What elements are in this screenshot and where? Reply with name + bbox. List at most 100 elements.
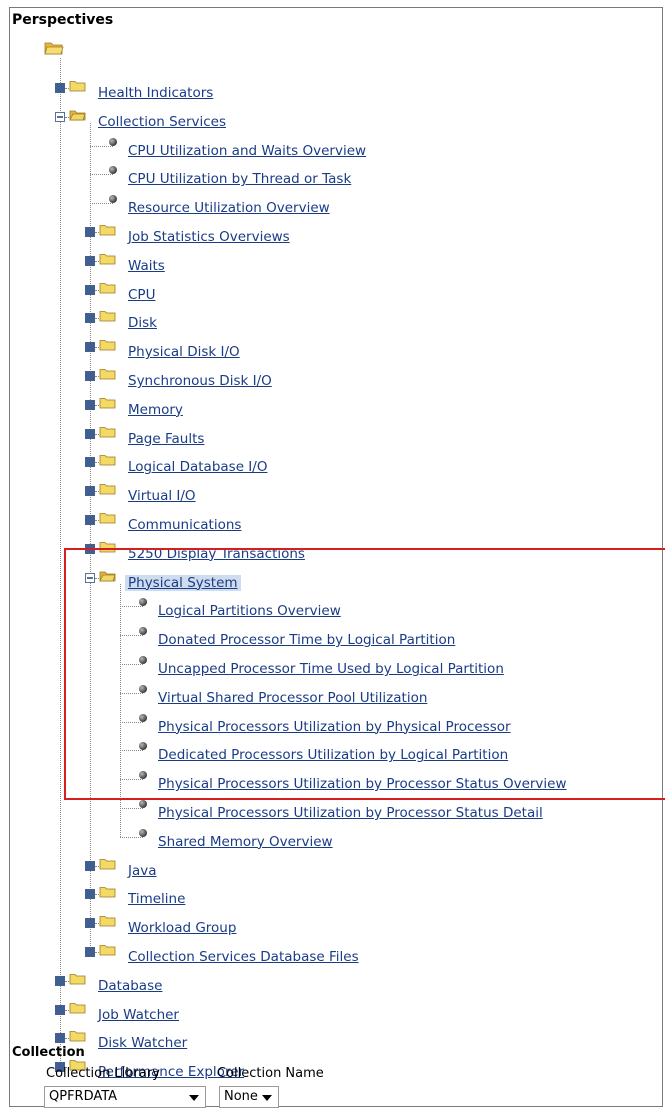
folder-icon	[99, 484, 116, 495]
plus-box-icon[interactable]	[85, 947, 95, 957]
tree-item-job-statistics-overviews-link[interactable]: Job Statistics Overviews	[128, 229, 290, 245]
tree-item-dedicated-processors-utilization-by-logical-partition-link[interactable]: Dedicated Processors Utilization by Logi…	[158, 747, 508, 763]
tree-connector-line	[120, 583, 121, 837]
folder-icon	[99, 541, 116, 553]
tree-item-physical-disk-i-o-link[interactable]: Physical Disk I/O	[128, 344, 240, 360]
bullet-icon	[139, 800, 147, 808]
plus-box-icon[interactable]	[55, 83, 65, 93]
collection-name-select[interactable]: None	[219, 1086, 279, 1108]
folder-icon	[69, 81, 86, 92]
plus-box-icon[interactable]	[55, 975, 65, 986]
plus-box-icon[interactable]	[85, 342, 95, 353]
plus-box-icon[interactable]	[85, 515, 95, 525]
plus-box-icon[interactable]	[55, 1033, 65, 1044]
perspectives-heading: Perspectives	[12, 12, 114, 28]
tree-item-donated-processor-time-by-logical-partition-link[interactable]: Donated Processor Time by Logical Partit…	[158, 632, 455, 648]
tree-item-collection-services-link[interactable]: Collection Services	[98, 114, 226, 130]
root-open-folder-icon	[44, 42, 64, 55]
plus-box-icon[interactable]	[85, 313, 95, 324]
tree-connector-line	[120, 750, 143, 752]
tree-connector-line	[90, 174, 113, 176]
open-folder-icon	[99, 571, 116, 581]
tree-item-uncapped-processor-time-used-by-logical-partition-link[interactable]: Uncapped Processor Time Used by Logical …	[158, 661, 504, 677]
plus-box-icon[interactable]	[85, 457, 95, 468]
bullet-icon	[139, 656, 147, 664]
tree-item-physical-processors-utilization-by-processor-status-overview-link[interactable]: Physical Processors Utilization by Proce…	[158, 776, 567, 792]
folder-icon	[99, 282, 116, 293]
tree-item-memory-link[interactable]: Memory	[128, 402, 183, 418]
folder-icon	[69, 973, 86, 985]
plus-box-icon[interactable]	[85, 428, 95, 439]
plus-box-icon[interactable]	[55, 1004, 65, 1015]
minus-box-icon[interactable]	[85, 572, 95, 583]
plus-box-icon[interactable]	[85, 255, 95, 266]
folder-icon	[99, 253, 116, 265]
bullet-icon	[139, 828, 147, 837]
folder-icon	[99, 426, 116, 437]
tree-item-page-faults-link[interactable]: Page Faults	[128, 431, 204, 447]
collection-library-label: Collection Library	[46, 1066, 160, 1081]
chevron-down-icon	[262, 1095, 272, 1101]
folder-icon	[99, 455, 116, 466]
tree-item-cpu-link[interactable]: CPU	[128, 287, 155, 303]
tree-item-waits-link[interactable]: Waits	[128, 258, 165, 274]
folder-icon	[99, 513, 116, 524]
folder-icon	[99, 945, 116, 956]
tree-item-java-link[interactable]: Java	[128, 863, 157, 879]
plus-box-icon[interactable]	[85, 399, 95, 410]
open-folder-icon	[69, 110, 86, 121]
bullet-icon	[139, 713, 147, 722]
tree-item-timeline-link[interactable]: Timeline	[128, 891, 185, 907]
plus-box-icon[interactable]	[85, 918, 95, 929]
tree-connector-line	[120, 606, 143, 608]
folder-icon	[99, 858, 116, 869]
tree-item-disk-watcher-link[interactable]: Disk Watcher	[98, 1035, 187, 1051]
tree-item-disk-link[interactable]: Disk	[128, 315, 157, 331]
tree-item-health-indicators-link[interactable]: Health Indicators	[98, 85, 213, 101]
tree-item-workload-group-link[interactable]: Workload Group	[128, 920, 236, 936]
tree-connector-line	[90, 122, 91, 952]
plus-box-icon[interactable]	[85, 889, 95, 900]
tree-item-job-watcher-link[interactable]: Job Watcher	[98, 1007, 179, 1023]
folder-icon	[99, 397, 116, 409]
tree-item-synchronous-disk-i-o-link[interactable]: Synchronous Disk I/O	[128, 373, 272, 389]
tree-item-virtual-i-o-link[interactable]: Virtual I/O	[128, 488, 196, 504]
tree-item-collection-services-database-files-link[interactable]: Collection Services Database Files	[128, 949, 359, 965]
tree-connector-line	[120, 692, 143, 694]
collection-library-select[interactable]: QPFRDATA	[44, 1086, 206, 1108]
tree-item-shared-memory-overview-link[interactable]: Shared Memory Overview	[158, 834, 333, 850]
tree-item-logical-database-i-o-link[interactable]: Logical Database I/O	[128, 459, 267, 475]
tree-item-cpu-utilization-by-thread-or-task-link[interactable]: CPU Utilization by Thread or Task	[128, 171, 351, 187]
tree-item-physical-system-link[interactable]: Physical System	[125, 574, 241, 591]
plus-box-icon[interactable]	[85, 284, 95, 295]
tree-item-physical-processors-utilization-by-physical-processor-link[interactable]: Physical Processors Utilization by Physi…	[158, 719, 511, 735]
collection-name-label: Collection Name	[217, 1066, 324, 1081]
tree-item-database-link[interactable]: Database	[98, 978, 162, 994]
tree-item-virtual-shared-processor-pool-utilization-link[interactable]: Virtual Shared Processor Pool Utilizatio…	[158, 690, 427, 706]
chevron-down-icon	[189, 1095, 199, 1101]
plus-box-icon[interactable]	[85, 371, 95, 381]
folder-icon	[99, 916, 116, 927]
tree-connector-line	[120, 808, 143, 809]
tree-item-communications-link[interactable]: Communications	[128, 517, 241, 533]
tree-connector-line	[120, 779, 143, 781]
tree-connector-line	[90, 145, 113, 147]
minus-box-icon[interactable]	[55, 111, 65, 122]
folder-icon	[99, 887, 116, 898]
collection-name-value: None	[224, 1089, 258, 1104]
tree-connector-line	[90, 203, 113, 205]
plus-box-icon[interactable]	[85, 486, 95, 497]
folder-icon	[99, 369, 116, 380]
tree-item-logical-partitions-overview-link[interactable]: Logical Partitions Overview	[158, 603, 341, 619]
tree-item-physical-processors-utilization-by-processor-status-detail-link[interactable]: Physical Processors Utilization by Proce…	[158, 805, 543, 821]
tree-item-resource-utilization-overview-link[interactable]: Resource Utilization Overview	[128, 200, 330, 216]
folder-icon	[99, 225, 116, 236]
plus-box-icon[interactable]	[85, 543, 95, 554]
tree-item-5250-display-transactions-link[interactable]: 5250 Display Transactions	[128, 546, 305, 562]
tree-connector-line	[120, 635, 143, 637]
tree-item-cpu-utilization-and-waits-overview-link[interactable]: CPU Utilization and Waits Overview	[128, 143, 366, 159]
plus-box-icon[interactable]	[85, 860, 95, 871]
bullet-icon	[109, 137, 117, 146]
folder-icon	[69, 1031, 86, 1042]
plus-box-icon[interactable]	[85, 227, 95, 237]
